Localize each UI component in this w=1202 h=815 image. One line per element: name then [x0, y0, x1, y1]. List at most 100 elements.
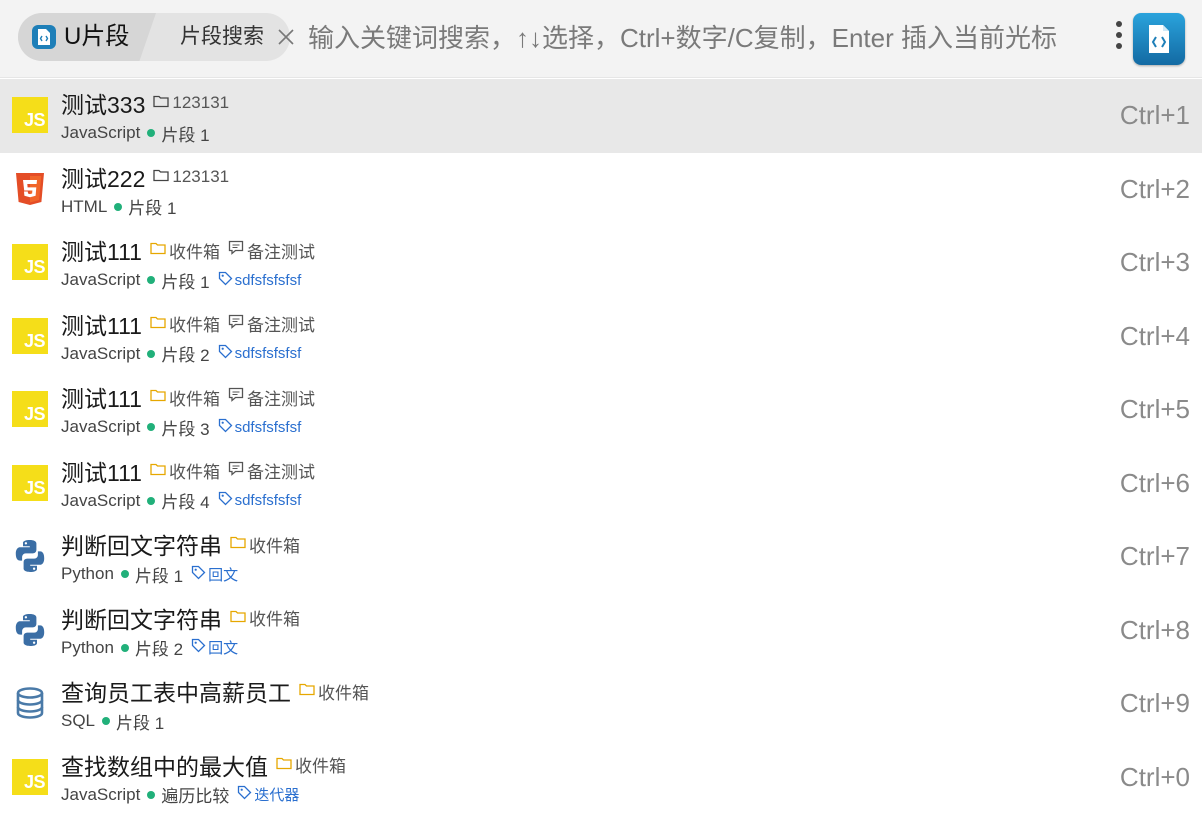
python-icon: [12, 538, 48, 574]
note-text: 备注测试: [246, 242, 315, 262]
snippet-row[interactable]: JS 测试111 收件箱 备注测试 JavaScript 片段 3 sdfsfs…: [0, 373, 1202, 447]
status-dot-icon: [147, 423, 156, 431]
folder-name: 123131: [172, 93, 230, 112]
snippet-tag[interactable]: 回文: [191, 564, 238, 585]
tag-icon: [191, 638, 208, 657]
comment-icon: [228, 461, 247, 481]
snippet-title: 测试111: [61, 239, 142, 265]
snippet-folder: 收件箱: [150, 385, 220, 410]
folder-icon: [230, 534, 249, 554]
snippet-row[interactable]: JS 测试111 收件箱 备注测试 JavaScript 片段 2 sdfsfs…: [0, 300, 1202, 374]
shortcut-hint: Ctrl+2: [1119, 173, 1190, 204]
tag-icon: [218, 418, 235, 437]
snippet-title-line: 查询员工表中高薪员工 收件箱: [61, 677, 369, 706]
snippet-language: Python: [61, 564, 114, 583]
snippet-row[interactable]: 判断回文字符串 收件箱 Python 片段 2 回文 Ctrl+8: [0, 594, 1202, 668]
tag-label: sdfsfsfsfsf: [234, 418, 302, 436]
shortcut-hint: Ctrl+6: [1119, 467, 1190, 498]
snippet-subtitle-line: JavaScript 片段 2 sdfsfsfsfsf: [61, 342, 301, 366]
comment-icon: [228, 240, 247, 260]
search-input[interactable]: [300, 14, 1116, 62]
snippet-part: 片段 2: [134, 640, 184, 659]
snippet-title-line: 测试333 123131: [61, 89, 229, 118]
snippet-title-line: 测试111 收件箱 备注测试: [61, 383, 315, 412]
snippet-language: JavaScript: [61, 270, 141, 289]
status-dot-icon: [120, 570, 129, 578]
snippet-row[interactable]: 查询员工表中高薪员工 收件箱 SQL 片段 1 Ctrl+9: [0, 667, 1202, 741]
folder-name: 123131: [172, 166, 230, 186]
close-icon[interactable]: [274, 25, 298, 49]
more-menu-icon[interactable]: [1111, 18, 1127, 54]
tag-label: sdfsfsfsfsf: [234, 345, 302, 362]
folder-icon: [150, 387, 169, 407]
status-dot-icon: [114, 202, 123, 211]
note-text: 备注测试: [246, 316, 315, 335]
snippet-tag[interactable]: sdfsfsfsfsf: [218, 344, 302, 363]
js-icon: JS: [12, 464, 48, 501]
snippet-title: 判断回文字符串: [61, 533, 222, 559]
status-dot-icon: [147, 276, 156, 284]
js-icon: JS: [12, 317, 48, 354]
snippet-subtitle-line: SQL 片段 1: [61, 709, 164, 733]
snippet-row[interactable]: 测试222 123131 HTML 片段 1 Ctrl+2: [0, 153, 1202, 227]
folder-icon: [150, 314, 169, 334]
app-logo-icon: [32, 25, 56, 49]
tag-icon: [218, 271, 235, 290]
folder-name: 收件箱: [249, 610, 300, 629]
snippet-language: JavaScript: [61, 343, 141, 363]
status-dot-icon: [147, 790, 156, 799]
snippet-tag[interactable]: 迭代器: [237, 784, 299, 805]
snippet-title-line: 测试111 收件箱 备注测试: [61, 236, 315, 265]
search-scope-label: 片段搜索: [180, 25, 264, 48]
snippet-part: 片段 1: [116, 713, 165, 733]
tag-label: sdfsfsfsfsf: [234, 492, 302, 509]
snippet-folder: 123131: [153, 93, 229, 113]
snippet-row[interactable]: JS 测试333 123131 JavaScript 片段 1 Ctrl+1: [0, 79, 1202, 153]
snippet-subtitle-line: HTML 片段 1: [61, 195, 176, 219]
python-icon: [12, 612, 48, 648]
tag-icon: [191, 565, 208, 584]
snippet-note: 备注测试: [228, 458, 315, 483]
folder-name: 收件箱: [168, 316, 220, 335]
snippet-row[interactable]: 判断回文字符串 收件箱 Python 片段 1 回文 Ctrl+7: [0, 520, 1202, 594]
snippet-folder: 收件箱: [276, 752, 346, 777]
snippet-title: 测试333: [61, 92, 146, 118]
folder-name: 收件箱: [295, 757, 346, 776]
tag-icon: [218, 344, 235, 363]
snippet-part: 片段 2: [161, 346, 210, 365]
comment-icon: [228, 314, 247, 334]
folder-name: 收件箱: [249, 536, 300, 556]
snippet-tag[interactable]: sdfsfsfsfsf: [218, 418, 302, 437]
snippet-row[interactable]: JS 测试111 收件箱 备注测试 JavaScript 片段 4 sdfsfs…: [0, 447, 1202, 521]
snippet-subtitle-line: JavaScript 片段 1: [61, 121, 210, 145]
snippet-part: 片段 1: [161, 125, 210, 145]
js-icon: JS: [12, 391, 48, 427]
snippet-title-line: 查找数组中的最大值 收件箱: [61, 751, 346, 780]
snippet-title: 测试222: [61, 165, 146, 192]
brand-logo-icon[interactable]: [1133, 13, 1185, 65]
folder-icon: [150, 461, 169, 481]
snippet-title: 测试111: [61, 386, 142, 412]
snippet-language: SQL: [61, 711, 96, 730]
snippet-title-line: 判断回文字符串 收件箱: [61, 530, 300, 559]
snippet-tag[interactable]: sdfsfsfsfsf: [218, 271, 301, 290]
shortcut-hint: Ctrl+5: [1119, 394, 1190, 424]
snippet-list: JS 测试333 123131 JavaScript 片段 1 Ctrl+1 测…: [0, 79, 1202, 814]
snippet-row[interactable]: JS 查找数组中的最大值 收件箱 JavaScript 遍历比较 迭代器 Ctr…: [0, 741, 1202, 815]
snippet-language: JavaScript: [61, 417, 141, 436]
folder-icon: [299, 681, 318, 701]
status-dot-icon: [147, 129, 156, 137]
snippet-title: 测试111: [61, 459, 142, 486]
folder-name: 收件箱: [318, 683, 369, 703]
snippet-tag[interactable]: 回文: [191, 637, 238, 658]
app-breadcrumb[interactable]: U片段: [18, 13, 156, 61]
comment-icon: [228, 387, 247, 407]
snippet-language: JavaScript: [61, 123, 141, 142]
snippet-row[interactable]: JS 测试111 收件箱 备注测试 JavaScript 片段 1 sdfsfs…: [0, 226, 1202, 300]
folder-icon: [276, 755, 295, 775]
snippet-tag[interactable]: sdfsfsfsfsf: [218, 491, 302, 510]
snippet-part: 片段 3: [161, 419, 210, 439]
snippet-part: 片段 1: [161, 272, 210, 292]
shortcut-hint: Ctrl+1: [1119, 100, 1190, 130]
folder-icon: [153, 167, 172, 187]
